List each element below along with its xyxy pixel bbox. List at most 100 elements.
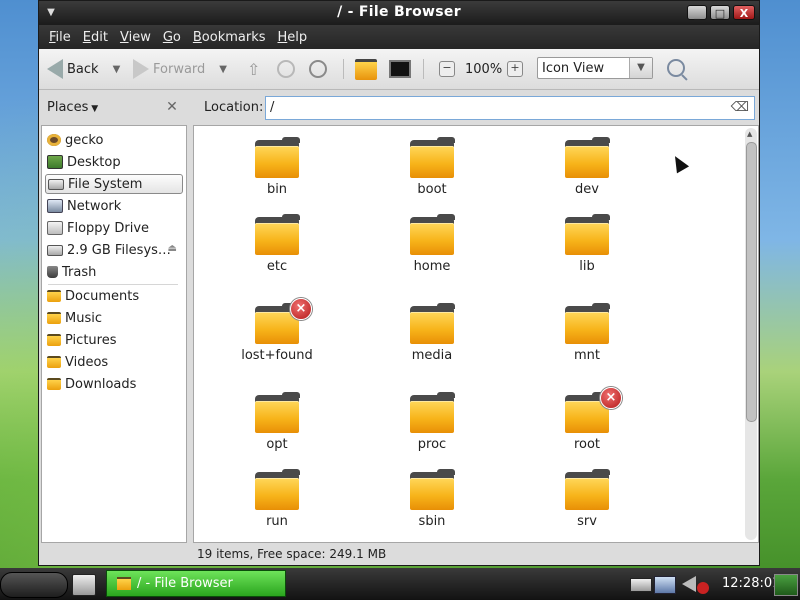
folder-name: media [411, 348, 453, 363]
sidebar-item-label: Documents [65, 288, 140, 304]
forward-button[interactable]: Forward ▼ [133, 57, 227, 81]
zoom-level: 100% [465, 61, 503, 77]
home-folder-icon [355, 58, 377, 80]
folder-icon [255, 469, 300, 510]
scrollbar-thumb[interactable] [746, 142, 757, 422]
close-button[interactable]: X [733, 5, 755, 20]
sidebar-item-label: Trash [62, 264, 97, 280]
folder-icon [47, 290, 61, 302]
sidebar-item-documents[interactable]: Documents [45, 286, 183, 306]
folder-icon [565, 469, 610, 510]
folder-item[interactable]: bin [222, 128, 332, 198]
folder-item[interactable]: opt [222, 383, 332, 453]
zoom-out-icon: − [439, 61, 455, 77]
forward-history-dropdown-icon[interactable]: ▼ [219, 64, 227, 75]
file-icon-view[interactable]: bin boot dev etc home lib × lost+found m… [193, 125, 759, 543]
folder-name: opt [266, 437, 288, 452]
folder-name: root [573, 437, 601, 452]
scroll-up-icon[interactable]: ▲ [747, 130, 752, 138]
back-label: Back [67, 61, 99, 77]
network-status-icon[interactable] [654, 576, 676, 594]
location-input[interactable]: / ⌫ [265, 96, 755, 120]
folder-item[interactable]: media [377, 294, 487, 364]
folder-item[interactable]: × lost+found [222, 294, 332, 364]
sidebar-item-downloads[interactable]: Downloads [45, 374, 183, 394]
taskbar-window-button[interactable]: / - File Browser [106, 570, 286, 597]
menu-help[interactable]: Help [278, 30, 308, 45]
folder-icon [410, 392, 455, 433]
sidebar-item-home[interactable]: gecko [45, 130, 183, 150]
folder-item[interactable]: proc [377, 383, 487, 453]
menu-view[interactable]: View [120, 30, 151, 45]
app-launcher-icon[interactable] [72, 574, 96, 596]
back-history-dropdown-icon[interactable]: ▼ [113, 64, 121, 75]
places-header: Places ▼ ✕ [39, 90, 187, 124]
vertical-scrollbar[interactable]: ▲ [745, 128, 757, 540]
sidebar-item-desktop[interactable]: Desktop [45, 152, 183, 172]
clock[interactable]: 12:28:01 [722, 576, 780, 591]
places-dropdown[interactable]: Places ▼ [47, 100, 98, 115]
sidebar-item-pictures[interactable]: Pictures [45, 330, 183, 350]
folder-item[interactable]: etc [222, 205, 332, 275]
folder-item[interactable]: boot [377, 128, 487, 198]
up-button[interactable]: ⇧ [247, 57, 260, 81]
folder-name: mnt [574, 348, 600, 363]
stop-button[interactable] [277, 57, 295, 81]
stop-icon [277, 60, 295, 78]
sidebar-item-label: Music [65, 310, 102, 326]
zoom-in-button[interactable]: + [507, 57, 523, 81]
clear-icon[interactable]: ⌫ [731, 100, 749, 115]
menu-go[interactable]: Go [163, 30, 181, 45]
sidebar-item-label: File System [68, 176, 143, 192]
folder-item[interactable]: run [222, 460, 332, 530]
menu-edit[interactable]: Edit [83, 30, 108, 45]
start-menu-button[interactable] [0, 572, 68, 598]
drive-icon [47, 244, 63, 256]
maximize-button[interactable]: □ [710, 5, 730, 20]
folder-item[interactable]: sbin [377, 460, 487, 530]
close-icon[interactable]: ✕ [165, 100, 179, 114]
forward-label: Forward [153, 61, 206, 77]
chevron-down-icon[interactable]: ▼ [629, 58, 652, 78]
folder-item[interactable]: home [377, 205, 487, 275]
view-mode-select[interactable]: Icon View ▼ [537, 57, 653, 79]
reload-button[interactable] [309, 57, 327, 81]
places-label: Places [47, 100, 89, 115]
folder-item[interactable]: lib [532, 205, 642, 275]
keyboard-icon[interactable] [630, 578, 652, 592]
zoom-out-button[interactable]: − [439, 57, 455, 81]
titlebar[interactable]: ▼ / - File Browser _ □ X [39, 1, 759, 25]
volume-muted-badge-icon [697, 582, 709, 594]
sidebar-item-floppy-drive[interactable]: Floppy Drive [45, 218, 183, 238]
folder-name: proc [417, 437, 447, 452]
volume-icon[interactable] [682, 576, 696, 592]
desktop-icon [47, 155, 63, 169]
search-icon[interactable] [667, 59, 685, 77]
sidebar-item-videos[interactable]: Videos [45, 352, 183, 372]
folder-icon [255, 392, 300, 433]
folder-item[interactable]: dev [532, 128, 642, 198]
status-bar: 19 items, Free space: 249.1 MB [197, 547, 387, 561]
folder-item[interactable]: srv [532, 460, 642, 530]
sidebar-item-file-system[interactable]: File System [45, 174, 183, 194]
eject-icon[interactable]: ⏏ [168, 243, 177, 254]
folder-icon [565, 303, 610, 344]
sidebar-item-music[interactable]: Music [45, 308, 183, 328]
menu-file[interactable]: File [49, 30, 71, 45]
home-button[interactable] [355, 57, 377, 81]
folder-icon [565, 214, 610, 255]
sidebar-item-filesystem-volume[interactable]: 2.9 GB Filesys… ⏏ [45, 240, 183, 260]
folder-name: srv [577, 514, 597, 529]
folder-icon [47, 378, 61, 390]
computer-button[interactable] [389, 57, 411, 81]
sidebar-item-network[interactable]: Network [45, 196, 183, 216]
up-arrow-icon: ⇧ [247, 59, 261, 79]
back-button[interactable]: Back ▼ [47, 57, 120, 81]
show-desktop-icon[interactable] [774, 574, 798, 596]
folder-icon [255, 214, 300, 255]
menu-bookmarks[interactable]: Bookmarks [193, 30, 266, 45]
folder-item[interactable]: mnt [532, 294, 642, 364]
folder-item[interactable]: × root [532, 383, 642, 453]
minimize-button[interactable]: _ [687, 5, 707, 20]
sidebar-item-trash[interactable]: Trash [45, 262, 183, 282]
